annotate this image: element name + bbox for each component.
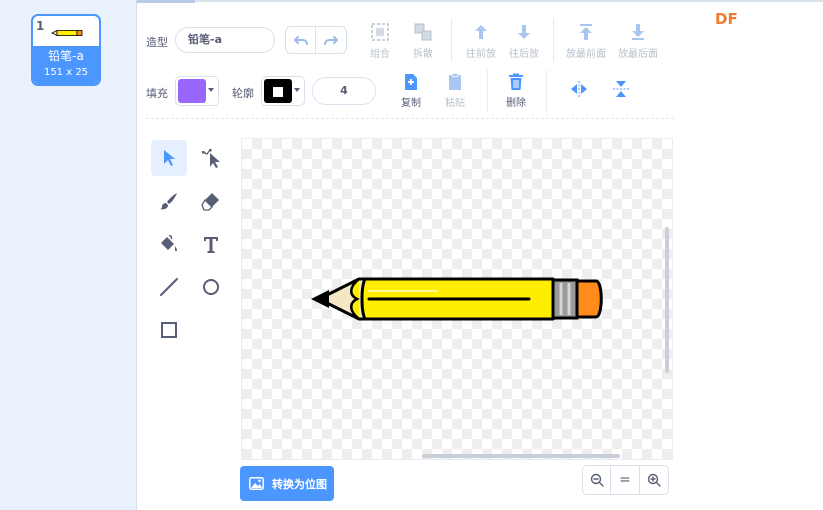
undo-button[interactable] [285,26,316,54]
convert-to-bitmap-button[interactable]: 转换为位图 [240,466,334,501]
paste-icon [449,73,461,90]
zoom-in-button[interactable] [640,465,669,495]
outline-label: 轮廓 [232,87,254,100]
delete-label: 删除 [506,98,526,109]
copy-icon [405,74,417,90]
costume-name-label: 造型 [146,36,168,49]
toolbar-separator [451,18,452,62]
rectangle-tool[interactable] [151,312,187,348]
outline-color-picker[interactable] [261,76,305,106]
arrow-cursor-icon [164,150,175,166]
costume-number: 1 [36,19,45,33]
image-icon [249,477,264,490]
arrow-top-icon [580,24,592,40]
pencil-drawing[interactable] [307,271,607,327]
vertical-scrollbar[interactable] [665,227,669,373]
costume-name-input[interactable]: 铅笔-a [175,27,275,53]
fill-label: 填充 [146,87,168,100]
trash-icon [509,73,523,90]
horizontal-scrollbar[interactable] [422,454,620,458]
backward-label: 往后放 [509,49,539,60]
toolbar-separator [546,70,547,112]
fill-tool[interactable] [151,226,187,262]
zoom-in-icon [647,473,661,487]
bring-to-front-label: 放最前面 [566,49,606,60]
eraser-tool[interactable] [193,183,229,219]
df-logo: DF [715,10,738,28]
forward-label: 往前放 [466,49,496,60]
outline-width-input[interactable]: 4 [312,77,376,105]
costume-tile[interactable]: 1 铅笔-a 151 x 25 [31,14,101,86]
undo-icon [293,36,308,45]
send-to-back-button[interactable]: 放最后面 [613,22,663,60]
ungroup-icon [414,23,432,41]
bring-to-front-button[interactable]: 放最前面 [561,22,611,60]
circle-icon [203,279,219,295]
toolbar-separator [487,70,488,112]
line-icon [160,278,178,296]
caret-down-icon [294,88,300,92]
outline-color-swatch [264,79,292,103]
flip-vertical-button[interactable] [596,79,646,102]
paste-button[interactable]: 粘贴 [430,73,480,109]
flip-horizontal-icon [571,81,587,97]
flip-vertical-icon [613,81,629,97]
redo-icon [324,36,338,45]
paint-bucket-icon [161,235,177,252]
paste-label: 粘贴 [445,98,465,109]
line-tool[interactable] [151,269,187,305]
pencil-thumbnail [51,29,83,37]
costume-tile-name: 铅笔-a [48,49,84,63]
arrow-down-icon [518,25,530,39]
text-icon [204,237,218,253]
undo-redo-group [285,26,348,54]
select-tool[interactable] [151,140,187,176]
convert-to-bitmap-label: 转换为位图 [272,477,327,491]
circle-tool[interactable] [193,269,229,305]
paint-canvas[interactable] [241,138,673,460]
eraser-icon [201,193,219,211]
costume-list: 1 铅笔-a 151 x 25 [0,0,137,510]
text-tool[interactable] [193,226,229,262]
delete-button[interactable]: 删除 [491,73,541,109]
zoom-out-button[interactable] [582,465,611,495]
zoom-controls: = [582,465,670,495]
group-icon [371,23,389,41]
toolbar-separator [553,18,554,62]
zoom-reset-label: = [619,472,631,488]
copy-button[interactable]: 复制 [386,73,436,109]
outline-swatch-inner [273,87,283,97]
ungroup-label: 拆散 [413,49,433,60]
toolbar-divider [146,118,674,119]
zoom-reset-button[interactable]: = [611,465,640,495]
group-label: 组合 [370,49,390,60]
caret-down-icon [208,88,214,92]
redo-button[interactable] [316,26,347,54]
square-icon [161,322,177,338]
copy-label: 复制 [401,98,421,109]
ungroup-button[interactable]: 拆散 [398,22,448,60]
zoom-out-icon [590,473,604,487]
reshape-tool[interactable] [193,140,229,176]
brush-icon [160,193,177,210]
reshape-cursor-icon [202,149,220,168]
costume-tile-size: 151 x 25 [43,67,89,78]
arrow-up-icon [475,25,487,39]
arrow-bottom-icon [632,24,644,40]
fill-color-picker[interactable] [175,76,219,106]
brush-tool[interactable] [151,183,187,219]
fill-color-swatch [178,79,206,103]
send-to-back-label: 放最后面 [618,49,658,60]
backward-button[interactable]: 往后放 [499,22,549,60]
costume-tile-footer: 铅笔-a 151 x 25 [33,46,99,84]
